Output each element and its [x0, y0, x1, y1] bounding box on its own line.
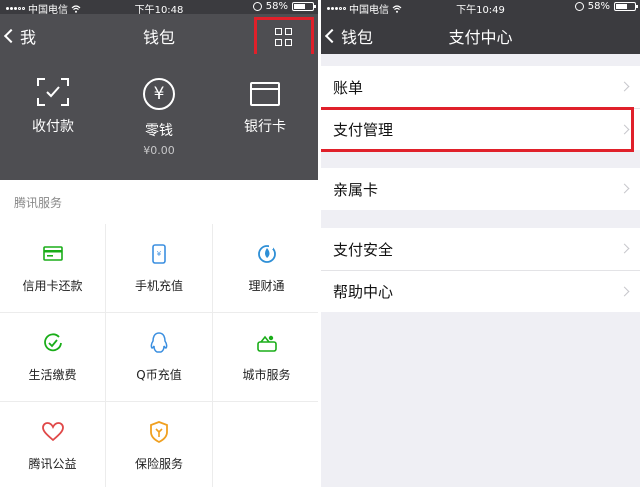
list-item-label: 帮助中心: [333, 283, 394, 301]
list-item-label: 支付安全: [333, 240, 394, 259]
service-insurance[interactable]: 保险服务: [106, 402, 212, 487]
list-section-family-card: 亲属卡: [321, 168, 640, 210]
list-item-payment-management[interactable]: 支付管理: [321, 107, 640, 152]
scan-icon: [37, 78, 69, 106]
battery-icon: [614, 2, 638, 11]
list-item-label: 亲属卡: [333, 180, 379, 199]
battery-icon: [292, 2, 316, 11]
service-label: 腾讯公益: [28, 456, 77, 471]
utility-payment-icon: [42, 332, 64, 354]
list-item-family-card[interactable]: 亲属卡: [321, 168, 640, 210]
list-item-help-center[interactable]: 帮助中心: [321, 270, 640, 312]
list-item-bill[interactable]: 账单: [321, 66, 640, 108]
list-section-bill: 账单 支付管理: [321, 66, 640, 152]
wallet-item-label: 收付款: [32, 119, 74, 135]
service-empty-cell: [213, 402, 318, 487]
insurance-icon: [148, 420, 170, 443]
city-service-icon: [256, 332, 278, 354]
licaitong-icon: [256, 243, 278, 265]
service-city-services[interactable]: 城市服务: [213, 313, 318, 401]
service-tencent-charity[interactable]: 腾讯公益: [0, 402, 105, 487]
list-item-label: 账单: [333, 78, 364, 97]
service-q-coin-topup[interactable]: Q币充值: [106, 313, 212, 401]
grid-menu-icon: [275, 28, 293, 46]
charity-heart-icon: [41, 421, 64, 443]
service-phone-topup[interactable]: ¥ 手机充值: [106, 224, 212, 312]
service-utility-payment[interactable]: 生活缴费: [0, 313, 105, 401]
services-grid: 信用卡还款 ¥ 手机充值 理财通 生活缴费 Q币充值 城市服务 腾讯公益 保险服…: [0, 224, 318, 487]
svg-text:¥: ¥: [157, 250, 162, 258]
wallet-item-label: 银行卡: [244, 119, 286, 135]
wallet-item-bank-card[interactable]: 银行卡: [212, 54, 318, 180]
chevron-right-icon: [619, 243, 630, 254]
pay-center-screen: 中国电信 下午10:49 58% 钱包 支付中心 账单 支付管理 亲属卡 支付安…: [321, 0, 640, 487]
phone-topup-icon: ¥: [148, 243, 170, 265]
status-bar: 中国电信 下午10:48 58%: [0, 0, 318, 16]
battery-percent: 58%: [265, 1, 288, 12]
wallet-header: 收付款 ¥ 零钱 ¥0.00 银行卡: [0, 54, 318, 180]
list-item-payment-security[interactable]: 支付安全: [321, 228, 640, 270]
change-balance: ¥0.00: [143, 144, 175, 157]
service-label: 城市服务: [242, 367, 291, 382]
qq-penguin-icon: [148, 331, 170, 354]
chevron-right-icon: [619, 286, 630, 297]
nav-bar: 钱包 支付中心: [321, 14, 640, 54]
list-section-security-help: 支付安全 帮助中心: [321, 228, 640, 312]
chevron-right-icon: [619, 124, 630, 135]
service-label: 保险服务: [134, 456, 183, 471]
service-label: Q币充值: [136, 367, 182, 382]
battery-percent: 58%: [587, 1, 610, 12]
chevron-right-icon: [619, 183, 630, 194]
service-credit-card-repay[interactable]: 信用卡还款: [0, 224, 105, 312]
list-item-label: 支付管理: [333, 121, 394, 139]
service-label: 生活缴费: [28, 367, 77, 382]
credit-card-icon: [42, 243, 64, 265]
services-section-title: 腾讯服务: [0, 180, 318, 224]
yuan-coin-icon: ¥: [143, 78, 175, 110]
wallet-menu-button[interactable]: [254, 17, 314, 57]
page-title: 支付中心: [448, 28, 513, 47]
service-label: 手机充值: [134, 278, 183, 293]
bank-card-icon: [250, 82, 280, 106]
wallet-item-change[interactable]: ¥ 零钱 ¥0.00: [106, 54, 212, 180]
wallet-item-receive-pay[interactable]: 收付款: [0, 54, 106, 180]
status-bar: 中国电信 下午10:49 58%: [321, 0, 640, 16]
wallet-screen: 中国电信 下午10:48 58% 我 钱包 收付款 ¥ 零钱 ¥0.00 银行卡…: [0, 0, 318, 487]
service-licaitong[interactable]: 理财通: [213, 224, 318, 312]
chevron-right-icon: [619, 81, 630, 92]
nav-bar: 我 钱包: [0, 14, 318, 57]
wallet-item-label: 零钱: [145, 123, 173, 139]
alarm-icon: [574, 2, 584, 11]
service-label: 信用卡还款: [22, 278, 83, 293]
service-label: 理财通: [248, 278, 285, 293]
alarm-icon: [252, 2, 262, 11]
